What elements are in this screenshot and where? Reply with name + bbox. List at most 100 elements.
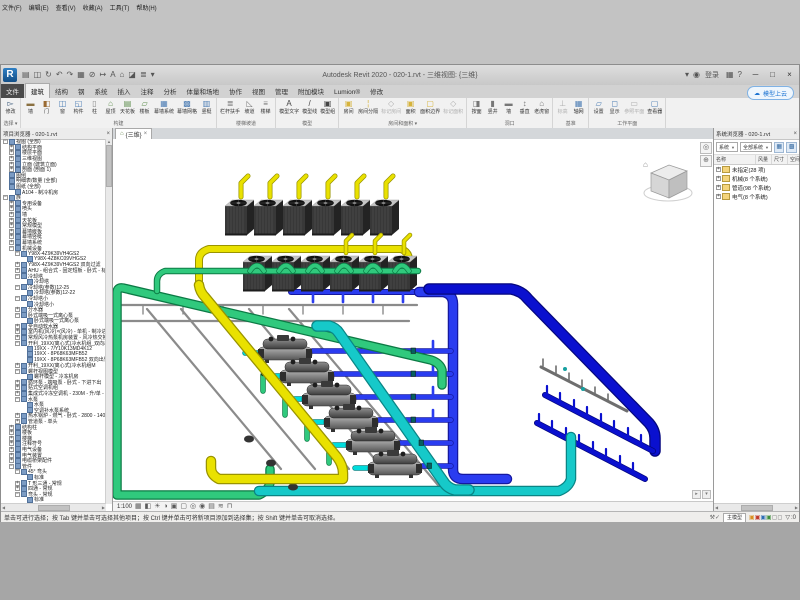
- measure-icon[interactable]: ⊘: [89, 70, 96, 80]
- cloud-upload-button[interactable]: ☁ 模型上云: [747, 86, 794, 100]
- modify-button[interactable]: ▻修改: [3, 99, 18, 115]
- system-browser-rows[interactable]: +未指定(28 项)+机械(8 个系统)+管道(98 个系统)+电气(8 个系统…: [714, 165, 799, 201]
- expand-icon[interactable]: +: [716, 194, 721, 199]
- collapse-icon[interactable]: −: [15, 313, 20, 318]
- desktop-menubar[interactable]: 文件(F)编辑(E)查看(V)收藏(A)工具(T)帮助(H): [2, 1, 157, 13]
- search-dropdown-icon[interactable]: ▾: [685, 70, 689, 80]
- expand-icon[interactable]: +: [716, 185, 721, 190]
- model-text-button[interactable]: A模型文字: [278, 99, 300, 115]
- system-browser-hscrollbar[interactable]: ◀▶: [714, 503, 799, 511]
- window-button[interactable]: ◫窗: [55, 99, 70, 115]
- temporary-hide-isolate-icon[interactable]: ◎: [190, 502, 196, 511]
- wall-opening-button[interactable]: ▬墙: [501, 99, 516, 115]
- zoom-icon[interactable]: ⊕: [700, 155, 712, 167]
- ribbon-tab-分析[interactable]: 分析: [159, 84, 182, 98]
- room-button[interactable]: ▣房间: [341, 99, 356, 115]
- cooling-tower-row-back[interactable]: [225, 176, 399, 236]
- column-button[interactable]: ▯柱: [87, 99, 102, 115]
- system-row[interactable]: +未指定(28 项): [714, 165, 799, 174]
- opening-by-face-button[interactable]: ◨按面: [469, 99, 484, 115]
- visual-style-icon[interactable]: ◧: [145, 502, 152, 511]
- roof-button[interactable]: ⌂屋顶: [103, 99, 118, 115]
- ribbon-tab-结构[interactable]: 结构: [50, 84, 73, 98]
- wall-button[interactable]: ▬墙: [23, 99, 38, 115]
- save-icon[interactable]: ◫: [34, 70, 42, 80]
- system-row[interactable]: +管道(98 个系统): [714, 183, 799, 192]
- displaced-elements-icon[interactable]: ≋: [218, 502, 224, 511]
- help-icon[interactable]: ?: [738, 70, 742, 80]
- collapse-icon[interactable]: −: [9, 464, 14, 469]
- close-icon[interactable]: ×: [106, 131, 110, 137]
- tree-item[interactable]: 标准: [1, 497, 106, 503]
- window-buttons[interactable]: ─□×: [749, 70, 796, 80]
- autofit-icon[interactable]: ▦: [774, 142, 785, 153]
- column-settings-icon[interactable]: ▩: [786, 142, 797, 153]
- selection-filter[interactable]: ▽:0: [785, 514, 796, 521]
- crop-view-icon[interactable]: ▣: [171, 502, 178, 511]
- view-tab-3d[interactable]: ⌂ {三维} ×: [115, 128, 152, 139]
- collapse-icon[interactable]: −: [3, 139, 8, 144]
- ramp-button[interactable]: ◺坡道: [242, 99, 257, 115]
- temporary-view-properties-icon[interactable]: ▤: [208, 502, 215, 511]
- system-row[interactable]: +机械(8 个系统): [714, 174, 799, 183]
- collapse-icon[interactable]: −: [15, 296, 20, 301]
- grid-button[interactable]: ▦轴网: [571, 99, 586, 115]
- system-filter-select[interactable]: 系统▼: [716, 142, 738, 152]
- all-systems-select[interactable]: 全部系统▼: [740, 142, 772, 152]
- revit-logo[interactable]: R: [3, 68, 17, 82]
- maximize-button[interactable]: □: [766, 70, 779, 80]
- undo-icon[interactable]: ↶: [56, 70, 63, 80]
- desktop-menu-item[interactable]: 文件(F): [2, 3, 22, 12]
- mullion-button[interactable]: ▥竖梃: [199, 99, 214, 115]
- stair-button[interactable]: ≡楼梯: [258, 99, 273, 115]
- quick-access-toolbar[interactable]: ▤◫↻↶↷▦⊘↦A⌂◪≣▾: [22, 70, 155, 80]
- view-cube[interactable]: ⌂: [641, 153, 695, 205]
- project-browser-tree[interactable]: −视图 (全部)+结构平面+楼层平面+三维视图+立面 (建筑立面)+剖面 (剖面…: [1, 139, 106, 504]
- collapse-icon[interactable]: −: [9, 246, 14, 251]
- expand-icon[interactable]: +: [716, 176, 721, 181]
- area-button[interactable]: ▣面积: [403, 99, 418, 115]
- workplane-show-button[interactable]: ◻显示: [607, 99, 622, 115]
- workset-icons[interactable]: ⚒✓: [710, 514, 720, 522]
- ribbon-tab-注释[interactable]: 注释: [136, 84, 159, 98]
- collapse-icon[interactable]: −: [15, 469, 20, 474]
- ribbon-tab-插入[interactable]: 插入: [113, 84, 136, 98]
- steering-wheel-icon[interactable]: ◎: [700, 142, 712, 154]
- model-group-button[interactable]: ▣模型组: [319, 99, 336, 115]
- collapse-icon[interactable]: −: [3, 195, 8, 200]
- room-separator-button[interactable]: ¦房间分隔: [357, 99, 379, 115]
- dormer-button[interactable]: ⌂老虎窗: [533, 99, 550, 115]
- model-line-button[interactable]: /模型线: [301, 99, 318, 115]
- cooling-tower-row-front[interactable]: [243, 235, 417, 292]
- file-tab[interactable]: 文件: [1, 84, 24, 98]
- text-icon[interactable]: A: [110, 70, 115, 80]
- desktop-menu-item[interactable]: 编辑(E): [29, 3, 49, 12]
- ceiling-button[interactable]: ▤天花板: [119, 99, 136, 115]
- ribbon-tab-管理[interactable]: 管理: [270, 84, 293, 98]
- user-icon[interactable]: ◉: [693, 70, 700, 80]
- railing-button[interactable]: ≣栏杆扶手: [219, 99, 241, 115]
- drawing-area[interactable]: ⌂ ◎ ⊕ ▸▾: [113, 139, 713, 501]
- press-drag-icon[interactable]: ◻: [777, 515, 782, 521]
- section-icon[interactable]: ◪: [128, 70, 136, 80]
- collapse-icon[interactable]: −: [15, 369, 20, 374]
- expand-icon[interactable]: +: [716, 167, 721, 172]
- workplane-set-button[interactable]: ▱设置: [591, 99, 606, 115]
- app-store-icon[interactable]: ▦: [726, 70, 734, 80]
- customize-qat-icon[interactable]: ▾: [151, 70, 155, 80]
- area-boundary-button[interactable]: ▢面积边界: [419, 99, 441, 115]
- vertical-opening-button[interactable]: ↕垂直: [517, 99, 532, 115]
- desktop-menu-item[interactable]: 工具(T): [110, 3, 130, 12]
- navigation-bar[interactable]: ◎ ⊕: [700, 142, 711, 167]
- column-header-2[interactable]: 尺寸: [772, 155, 788, 164]
- infocenter-icons[interactable]: ▾◉: [685, 70, 700, 80]
- reveal-constraints-icon[interactable]: ⊓: [227, 502, 232, 511]
- align-dimension-icon[interactable]: ↦: [100, 70, 107, 80]
- close-icon[interactable]: ×: [144, 131, 148, 137]
- curtain-grid-button[interactable]: ▩幕墙网格: [176, 99, 198, 115]
- workplane-viewer-button[interactable]: ▢查看器: [646, 99, 663, 115]
- system-row[interactable]: +电气(8 个系统): [714, 192, 799, 201]
- model-3d-view[interactable]: [113, 139, 713, 501]
- print-icon[interactable]: ▦: [77, 70, 85, 80]
- detail-level-icon[interactable]: ▦: [135, 502, 142, 511]
